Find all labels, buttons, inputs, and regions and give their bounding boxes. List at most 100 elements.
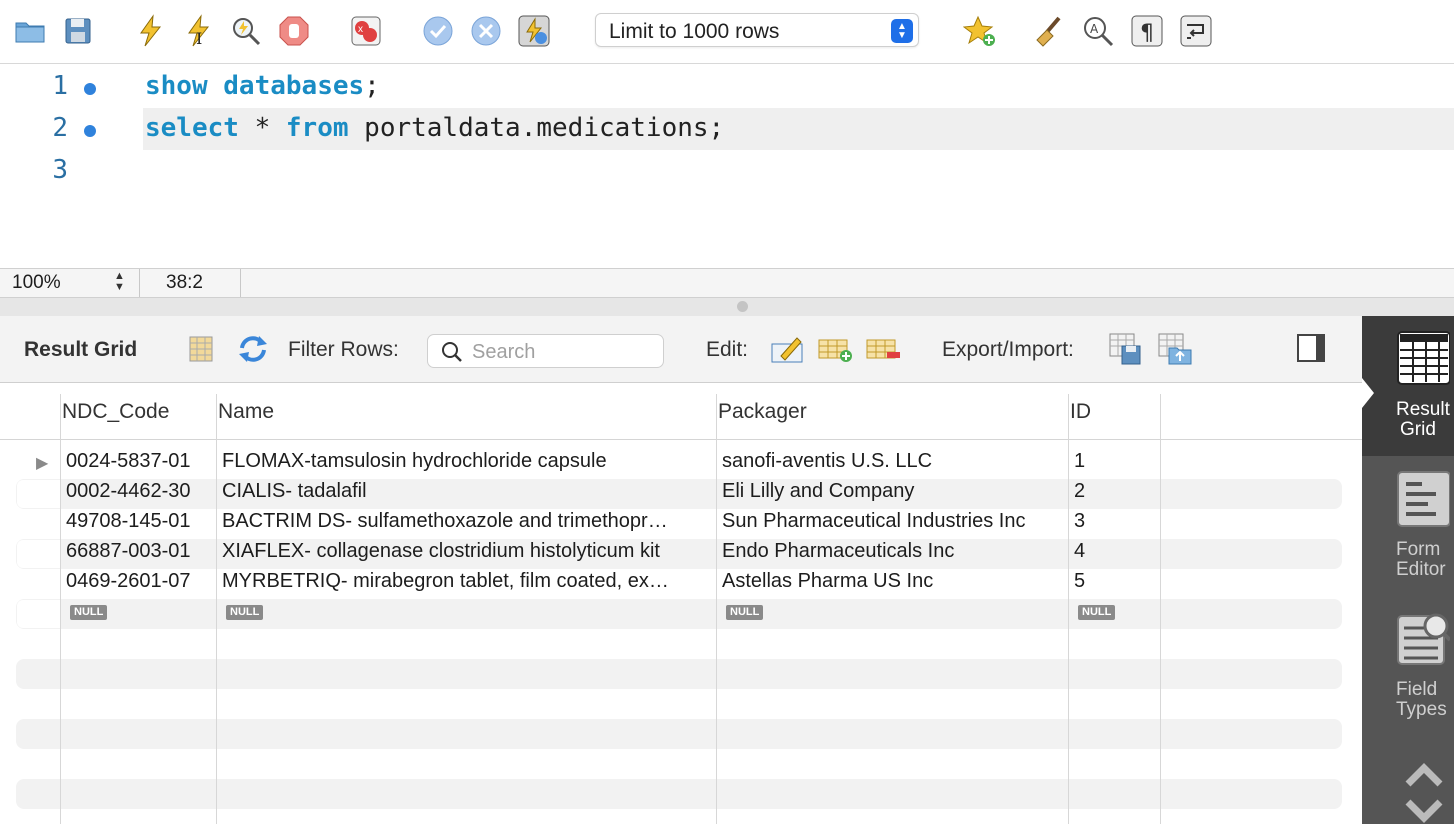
null-badge[interactable]: NULL bbox=[1078, 605, 1116, 620]
import-icon[interactable] bbox=[1157, 332, 1193, 366]
cell-ndc[interactable]: 66887-003-01 bbox=[66, 540, 214, 563]
side-scroll-chevrons-icon[interactable] bbox=[1396, 744, 1452, 824]
table-row[interactable]: ▶ 0024-5837-01 FLOMAX-tamsulosin hydroch… bbox=[0, 447, 1362, 477]
side-tab-label: Form bbox=[1396, 539, 1441, 560]
sql-editor[interactable]: 1 show databases; 2 select * from portal… bbox=[0, 65, 1454, 268]
divider bbox=[240, 269, 241, 297]
statement-marker-icon bbox=[84, 83, 96, 95]
editor-line-2[interactable]: 2 select * from portaldata.medications; bbox=[0, 109, 1454, 151]
result-grid-icon bbox=[1397, 331, 1450, 385]
side-tab-label: Field bbox=[1396, 679, 1438, 700]
cell-ndc[interactable]: 0469-2601-07 bbox=[66, 570, 214, 593]
null-badge[interactable]: NULL bbox=[226, 605, 264, 620]
wrap-lines-icon[interactable] bbox=[1178, 12, 1214, 50]
refresh-icon[interactable] bbox=[235, 332, 271, 366]
column-header-name[interactable]: Name bbox=[218, 400, 274, 424]
limit-rows-value: Limit to 1000 rows bbox=[609, 20, 780, 43]
active-tab-notch bbox=[1362, 378, 1374, 408]
column-toggle-icon[interactable] bbox=[184, 332, 220, 366]
cell-name[interactable]: MYRBETRIQ- mirabegron tablet, film coate… bbox=[222, 570, 712, 593]
export-icon[interactable] bbox=[1108, 332, 1144, 366]
bookmark-icon[interactable] bbox=[962, 12, 998, 50]
svg-text:I: I bbox=[196, 29, 202, 48]
column-header-packager[interactable]: Packager bbox=[718, 400, 807, 424]
form-editor-icon bbox=[1397, 471, 1450, 527]
cell-name[interactable]: FLOMAX-tamsulosin hydrochloride capsule bbox=[222, 450, 712, 473]
cell-id[interactable]: 2 bbox=[1074, 480, 1158, 503]
editor-status-bar: 100% ▲ ▼ 38:2 bbox=[0, 268, 1454, 298]
delete-row-icon[interactable] bbox=[865, 332, 901, 366]
side-tab-label: Types bbox=[1396, 699, 1447, 720]
save-icon[interactable] bbox=[60, 12, 96, 50]
autocommit-icon[interactable] bbox=[516, 12, 552, 50]
field-types-icon bbox=[1397, 613, 1450, 665]
sql-editor-toolbar: I x Limit to 1000 rows ▲ ▼ A ¶ bbox=[0, 0, 1454, 64]
row-stripe bbox=[16, 779, 1342, 809]
find-icon[interactable]: A bbox=[1080, 12, 1116, 50]
limit-rows-select[interactable]: Limit to 1000 rows ▲ ▼ bbox=[595, 13, 919, 47]
cell-name[interactable]: XIAFLEX- collagenase clostridium histoly… bbox=[222, 540, 712, 563]
cell-packager[interactable]: Eli Lilly and Company bbox=[722, 480, 1064, 503]
table-row[interactable]: 66887-003-01 XIAFLEX- collagenase clostr… bbox=[0, 537, 1362, 567]
filter-rows-search[interactable] bbox=[427, 334, 664, 368]
execute-current-icon[interactable]: I bbox=[180, 12, 216, 50]
add-row-icon[interactable] bbox=[817, 332, 853, 366]
explain-icon[interactable] bbox=[228, 12, 264, 50]
open-file-icon[interactable] bbox=[12, 12, 48, 50]
edit-row-icon[interactable] bbox=[769, 332, 805, 366]
panel-splitter[interactable] bbox=[0, 298, 1454, 316]
export-import-label: Export/Import: bbox=[942, 338, 1074, 361]
cell-name[interactable]: BACTRIM DS- sulfamethoxazole and trimeth… bbox=[222, 510, 712, 533]
edit-label: Edit: bbox=[706, 338, 749, 361]
cell-packager[interactable]: Sun Pharmaceutical Industries Inc bbox=[722, 510, 1064, 533]
cell-name[interactable]: CIALIS- tadalafil bbox=[222, 480, 712, 503]
commit-icon[interactable] bbox=[420, 12, 456, 50]
divider bbox=[139, 269, 140, 297]
stop-icon[interactable] bbox=[276, 12, 312, 50]
editor-line-3[interactable]: 3 bbox=[0, 151, 1454, 193]
result-grid-title: Result Grid bbox=[24, 338, 138, 361]
zoom-stepper-icon[interactable]: ▲ ▼ bbox=[114, 271, 125, 293]
cell-id[interactable]: 1 bbox=[1074, 450, 1158, 473]
cell-packager[interactable]: Endo Pharmaceuticals Inc bbox=[722, 540, 1064, 563]
editor-line-1[interactable]: 1 show databases; bbox=[0, 67, 1454, 109]
cell-packager[interactable]: Astellas Pharma US Inc bbox=[722, 570, 1064, 593]
cell-packager[interactable]: sanofi-aventis U.S. LLC bbox=[722, 450, 1064, 473]
splitter-grip-icon[interactable] bbox=[737, 301, 748, 312]
table-row[interactable]: 49708-145-01 BACTRIM DS- sulfamethoxazol… bbox=[0, 507, 1362, 537]
filter-rows-input[interactable] bbox=[472, 340, 652, 364]
row-stripe bbox=[16, 719, 1342, 749]
new-row[interactable]: NULL NULL NULL NULL bbox=[0, 597, 1362, 627]
cell-ndc[interactable]: 49708-145-01 bbox=[66, 510, 214, 533]
toggle-side-panel-icon[interactable] bbox=[1295, 332, 1331, 366]
beautify-icon[interactable] bbox=[1032, 12, 1068, 50]
column-header-id[interactable]: ID bbox=[1070, 400, 1091, 424]
zoom-level[interactable]: 100% bbox=[12, 272, 61, 294]
table-row[interactable]: 0002-4462-30 CIALIS- tadalafil Eli Lilly… bbox=[0, 477, 1362, 507]
result-side-panel: Result Grid Form Editor Field Types bbox=[1362, 316, 1454, 824]
cursor-position: 38:2 bbox=[166, 272, 203, 293]
grid-header: NDC_Code Name Packager ID bbox=[0, 384, 1362, 440]
invisible-chars-icon[interactable]: ¶ bbox=[1129, 12, 1165, 50]
rollback-icon[interactable] bbox=[468, 12, 504, 50]
result-grid: NDC_Code Name Packager ID ▶ 0024-5837-01… bbox=[0, 384, 1362, 824]
line-number: 3 bbox=[52, 155, 68, 185]
cell-id[interactable]: 4 bbox=[1074, 540, 1158, 563]
current-row-arrow-icon: ▶ bbox=[36, 455, 49, 472]
svg-text:A: A bbox=[1090, 22, 1099, 36]
svg-text:x: x bbox=[358, 24, 363, 35]
side-tab-label: Editor bbox=[1396, 559, 1446, 580]
cell-id[interactable]: 5 bbox=[1074, 570, 1158, 593]
column-header-ndc[interactable]: NDC_Code bbox=[62, 400, 169, 424]
side-tab-form-editor[interactable]: Form Editor bbox=[1362, 456, 1454, 596]
side-tab-field-types[interactable]: Field Types bbox=[1362, 596, 1454, 736]
cell-id[interactable]: 3 bbox=[1074, 510, 1158, 533]
toggle-error-icon[interactable]: x bbox=[348, 12, 384, 50]
null-badge[interactable]: NULL bbox=[70, 605, 108, 620]
cell-ndc[interactable]: 0002-4462-30 bbox=[66, 480, 214, 503]
side-tab-result-grid[interactable]: Result Grid bbox=[1362, 316, 1454, 456]
execute-icon[interactable] bbox=[132, 12, 168, 50]
cell-ndc[interactable]: 0024-5837-01 bbox=[66, 450, 214, 473]
table-row[interactable]: 0469-2601-07 MYRBETRIQ- mirabegron table… bbox=[0, 567, 1362, 597]
null-badge[interactable]: NULL bbox=[726, 605, 764, 620]
